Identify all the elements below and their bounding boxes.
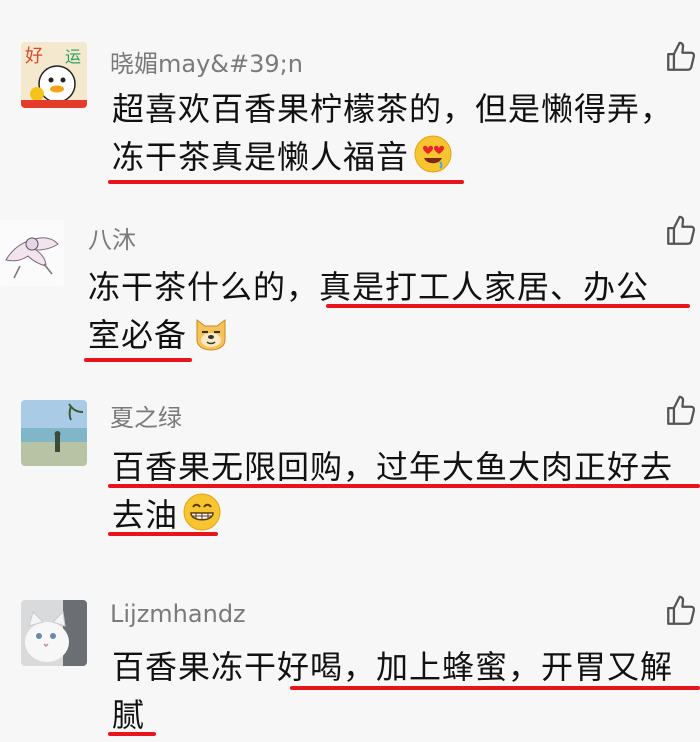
- thumbs-up-icon[interactable]: [664, 40, 698, 74]
- heart-eyes-emoji: [413, 134, 453, 182]
- red-underline: [290, 686, 700, 690]
- comment-text-line-1: 百香果无限回购，过年大鱼大肉正好去: [112, 448, 674, 486]
- duck-avatar-image: 好 运: [21, 42, 87, 108]
- comment-text: 冻干茶真是懒人福音: [112, 138, 410, 176]
- comment-item: 夏之绿 百香果无限回购，过年大鱼大肉正好去 去油: [0, 380, 700, 560]
- username[interactable]: 晓媚may&#39;n: [110, 44, 303, 79]
- comment-text-line-1: 百香果冻干好喝，加上蜂蜜，开胃又解: [112, 648, 674, 686]
- comment-item: Lijzmhandz 百香果冻干好喝，加上蜂蜜，开胃又解 腻: [0, 580, 700, 742]
- red-underline: [326, 304, 690, 308]
- cat-avatar-image: [21, 600, 87, 666]
- avatar[interactable]: [21, 400, 87, 466]
- comment-item: 好 运 晓媚may&#39;n 超喜欢百香果柠檬茶的，但是懒得弄， 冻干茶真是懒…: [0, 0, 700, 190]
- red-underline: [108, 180, 464, 184]
- doge-emoji: [191, 312, 231, 360]
- username[interactable]: 夏之绿: [110, 398, 182, 433]
- svg-text:好: 好: [25, 46, 43, 67]
- comment-text: 去油: [112, 496, 179, 534]
- avatar[interactable]: [0, 220, 64, 286]
- comment-text-line-1: 超喜欢百香果柠檬茶的，但是懒得弄，: [112, 90, 674, 128]
- red-underline: [108, 532, 218, 536]
- red-underline: [84, 358, 192, 362]
- comment-text-line-1: 冻干茶什么的，真是打工人家居、办公: [88, 268, 650, 306]
- username[interactable]: Lijzmhandz: [110, 600, 246, 628]
- comment-text-line-2: 腻: [112, 696, 146, 734]
- username[interactable]: 八沐: [88, 220, 136, 255]
- red-underline: [108, 732, 156, 736]
- comment-text-line-2: 冻干茶真是懒人福音: [112, 132, 453, 182]
- thumbs-up-icon[interactable]: [664, 394, 698, 428]
- comment-item: 八沐 冻干茶什么的，真是打工人家居、办公 室必备: [0, 200, 700, 380]
- svg-text:运: 运: [65, 47, 81, 66]
- sketch-avatar-image: [0, 220, 64, 286]
- avatar[interactable]: 好 运: [21, 42, 87, 108]
- avatar[interactable]: [21, 600, 87, 666]
- beach-avatar-image: [21, 400, 87, 466]
- thumbs-up-icon[interactable]: [664, 594, 698, 628]
- comment-text: 室必备: [88, 316, 188, 354]
- thumbs-up-icon[interactable]: [664, 214, 698, 248]
- red-underline: [108, 484, 700, 488]
- comment-text-line-2: 室必备: [88, 310, 231, 360]
